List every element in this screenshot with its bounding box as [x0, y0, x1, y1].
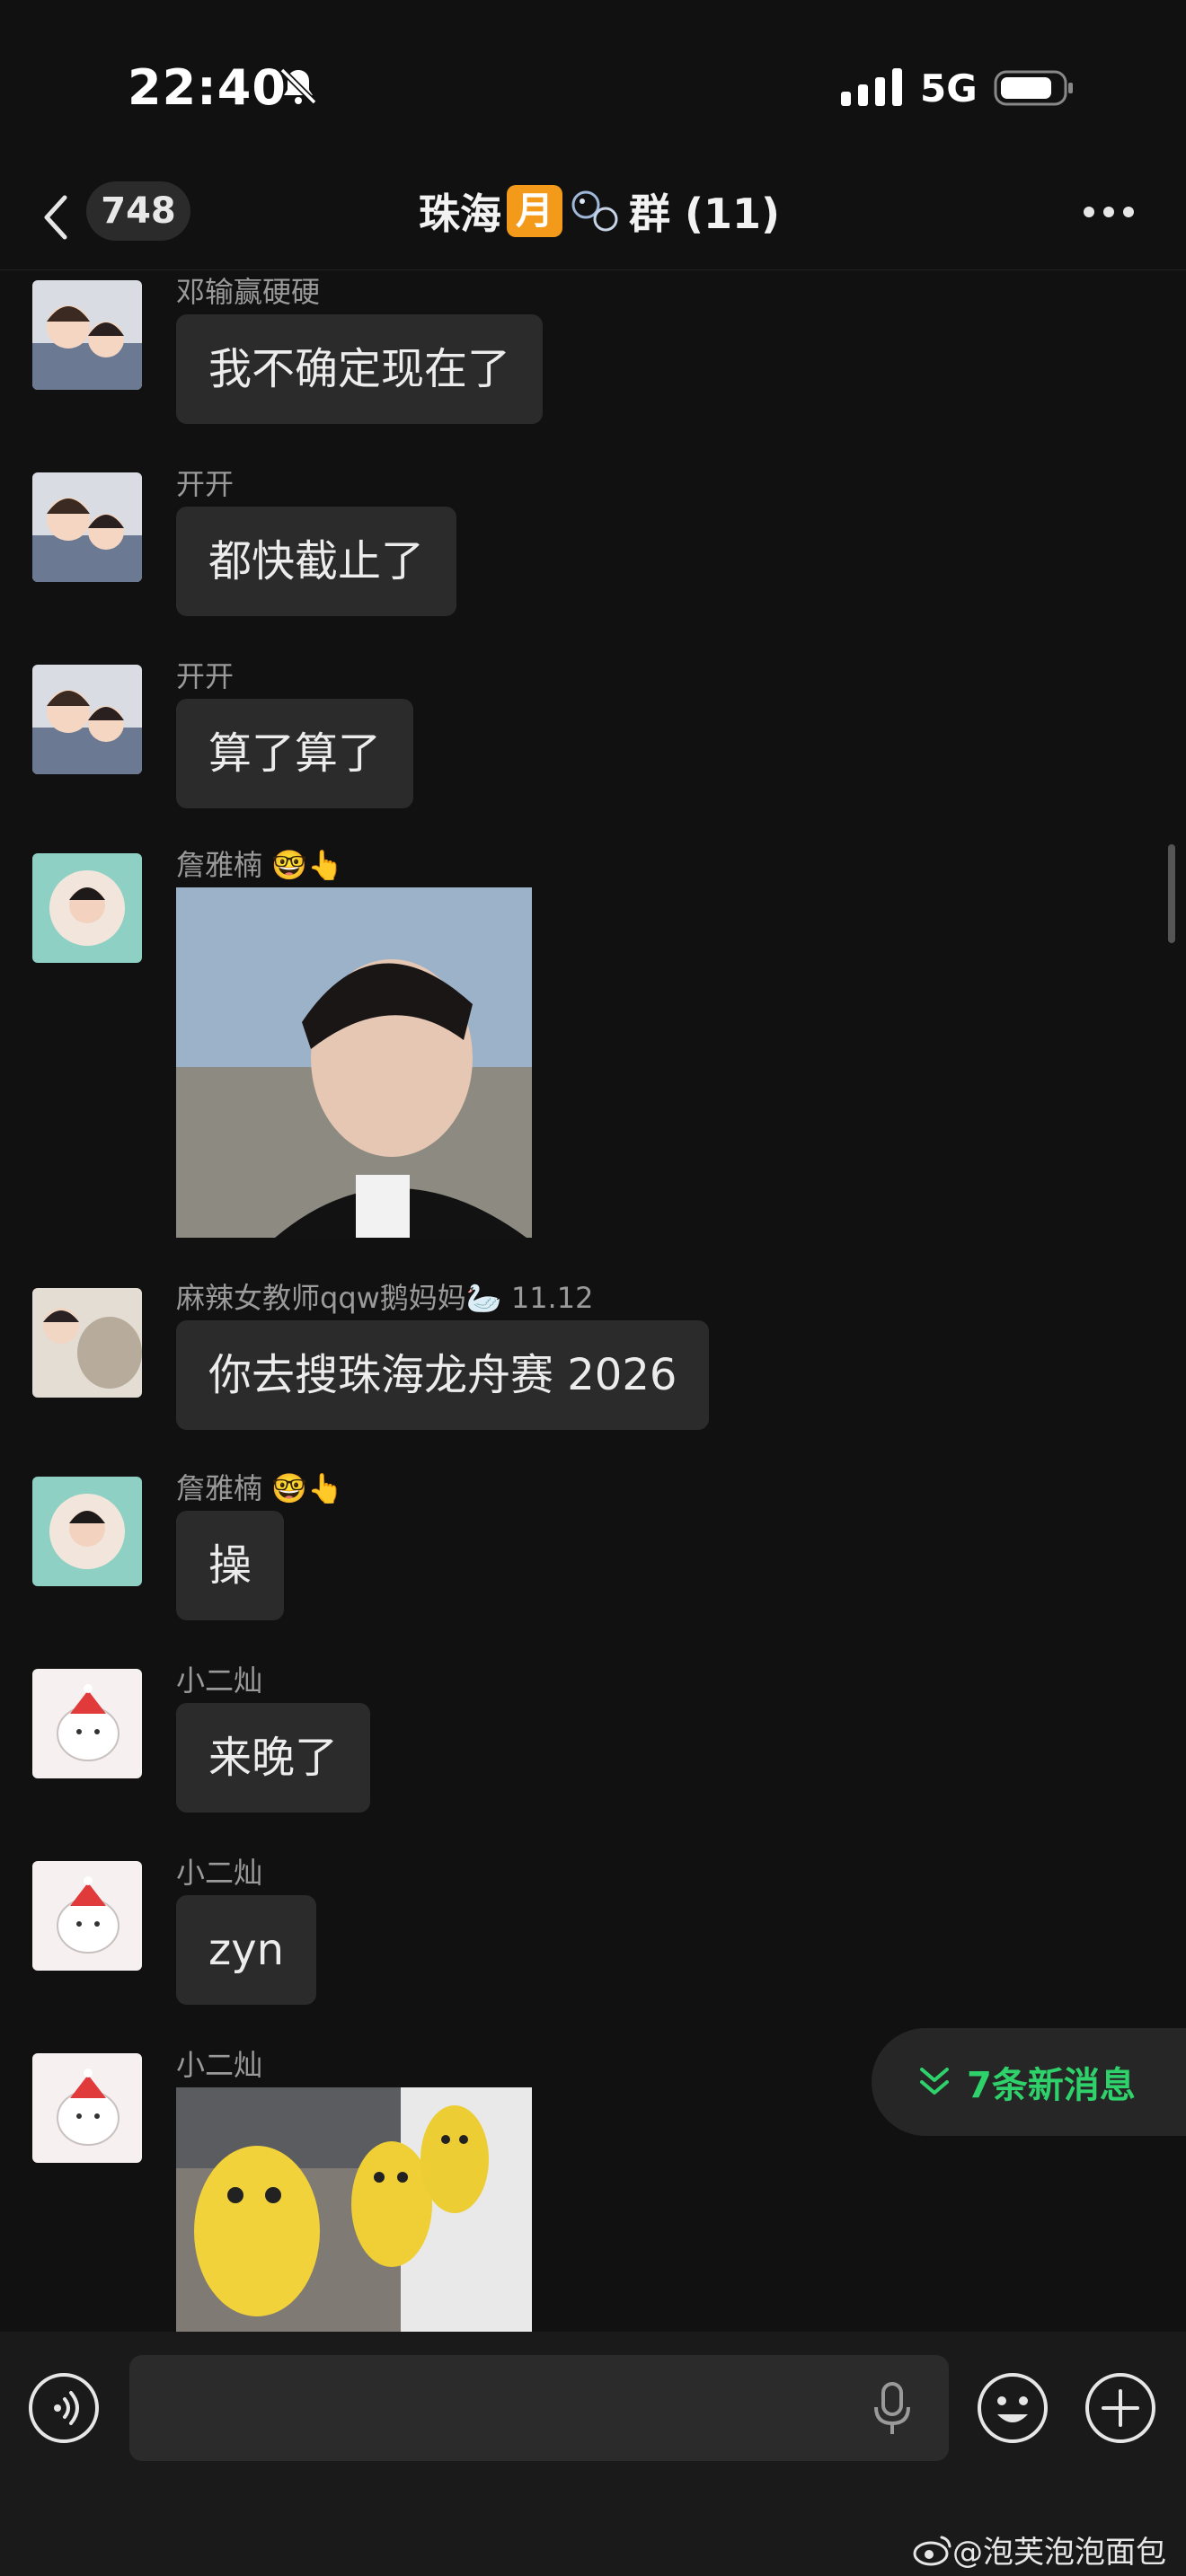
new-messages-label: 7条新消息 [967, 2065, 1136, 2106]
avatar[interactable] [32, 472, 142, 582]
status-time: 22:40 [128, 59, 287, 116]
avatar[interactable] [32, 2053, 142, 2163]
message-bubble[interactable]: 操 [176, 1511, 285, 1620]
nerd-face-icon: 🤓 [271, 1471, 308, 1505]
signal-icon [841, 68, 902, 106]
pointing-up-icon: 👆 [307, 848, 343, 882]
status-bar: 22:40 5G [0, 0, 1186, 171]
weibo-icon [913, 2536, 951, 2565]
sender-name: 麻辣女教师qqw鹅妈妈🦢 11.12 [176, 1281, 594, 1315]
nerd-face-icon: 🤓 [271, 848, 308, 882]
avatar[interactable] [32, 665, 142, 774]
title-suffix: 群 (11) [629, 190, 781, 238]
pointing-up-icon: 👆 [307, 1471, 343, 1505]
sender-name: 开开 [176, 659, 235, 693]
double-chevron-down-icon [920, 2068, 949, 2095]
new-messages-button[interactable]: 7条新消息 [872, 2028, 1186, 2136]
scroll-indicator[interactable] [1168, 844, 1175, 943]
sender-tag: 11.12 [510, 1281, 594, 1315]
title-text: 珠海 [419, 190, 501, 238]
bubbles-icon [571, 190, 618, 232]
voice-mode-icon[interactable] [27, 2371, 101, 2445]
moon-badge-icon: 月 [507, 185, 562, 237]
watermark: @泡芙泡泡面包 [913, 2527, 1166, 2572]
sender-name: 詹雅楠 🤓👆 [176, 848, 343, 882]
message-bubble[interactable]: 算了算了 [176, 699, 414, 808]
back-chevron-icon[interactable] [36, 189, 75, 246]
message-input[interactable] [129, 2355, 949, 2461]
message-bubble[interactable]: 来晚了 [176, 1703, 371, 1813]
sender-name: 詹雅楠 🤓👆 [176, 1471, 343, 1505]
battery-icon [994, 70, 1073, 106]
message-bubble[interactable]: zyn [176, 1895, 317, 2005]
sender-name: 小二灿 [176, 2048, 263, 2082]
image-message[interactable] [176, 887, 532, 1238]
avatar[interactable] [32, 1288, 142, 1398]
avatar[interactable] [32, 1861, 142, 1971]
avatar[interactable] [32, 1669, 142, 1778]
sender-name: 开开 [176, 467, 235, 501]
avatar[interactable] [32, 280, 142, 390]
sender-name: 小二灿 [176, 1663, 263, 1698]
chat-header: 748 珠海 月 群 (11) [0, 171, 1186, 270]
network-type: 5G [920, 66, 978, 110]
swan-icon: 🦢 [465, 1281, 502, 1315]
avatar[interactable] [32, 1477, 142, 1586]
unread-count-badge[interactable]: 748 [86, 181, 190, 241]
chat-title: 珠海 月 群 (11) [419, 181, 780, 241]
emoji-icon[interactable] [976, 2371, 1049, 2445]
bell-slash-icon [279, 67, 317, 105]
microphone-icon[interactable] [872, 2382, 913, 2436]
message-bubble[interactable]: 我不确定现在了 [176, 314, 544, 424]
message-list[interactable]: 邓输赢硬硬 我不确定现在了 开开 都快截止了 开开 算了算了 詹雅楠 🤓👆 麻辣… [0, 271, 1186, 2332]
watermark-text: @泡芙泡泡面包 [952, 2535, 1166, 2571]
plus-icon[interactable] [1084, 2371, 1157, 2445]
message-bubble[interactable]: 都快截止了 [176, 507, 457, 616]
image-message[interactable] [176, 2087, 532, 2332]
avatar[interactable] [32, 853, 142, 963]
sender-name: 邓输赢硬硬 [176, 275, 321, 309]
sender-name: 小二灿 [176, 1856, 263, 1890]
message-bubble[interactable]: 你去搜珠海龙舟赛 2026 [176, 1320, 710, 1430]
more-icon[interactable] [1082, 205, 1136, 219]
